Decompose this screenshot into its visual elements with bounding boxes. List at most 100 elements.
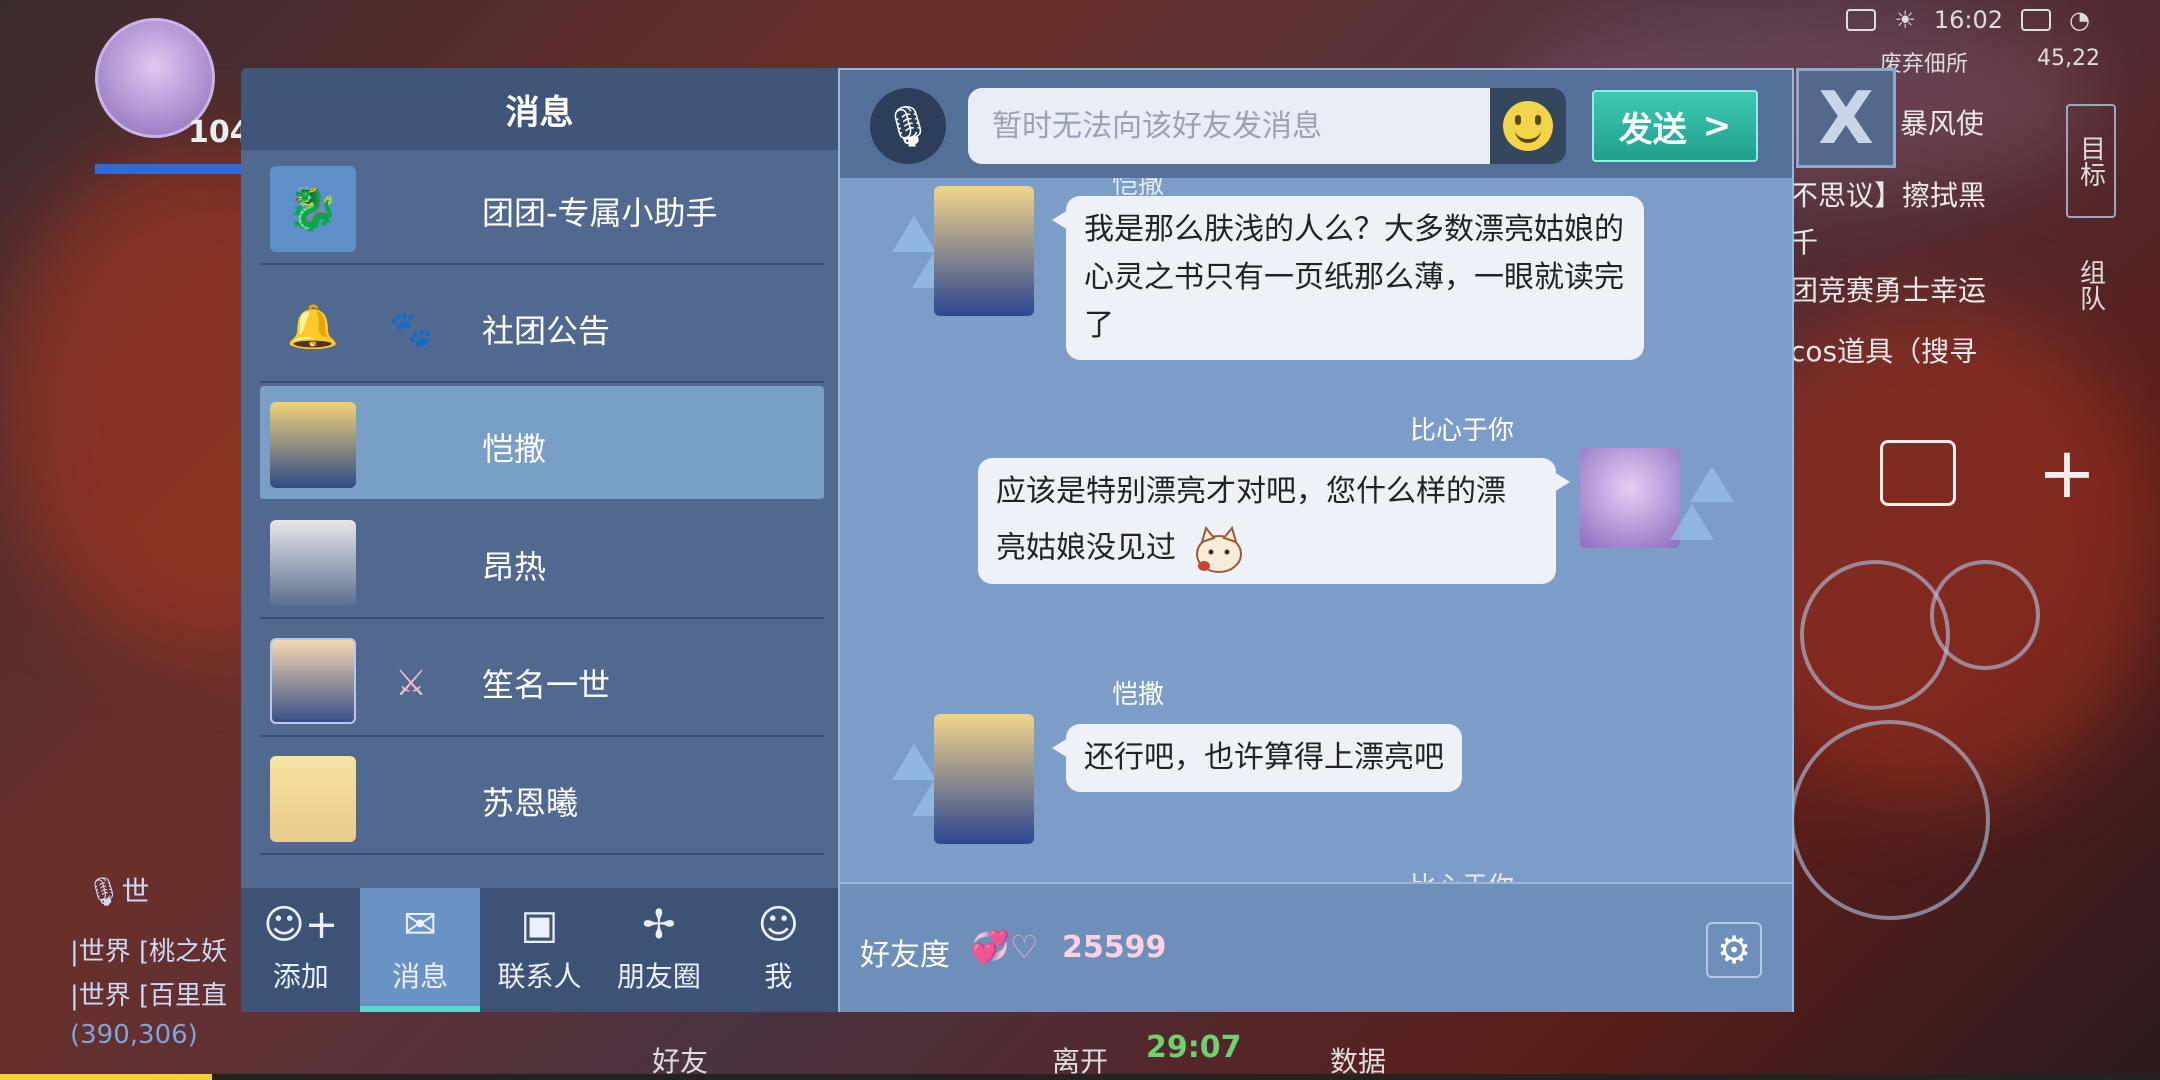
- quest-line: 团竞赛勇士幸运: [1790, 273, 1987, 307]
- chevron-right-icon: >: [1702, 106, 1732, 146]
- add-friend-icon: ☺+: [263, 902, 339, 948]
- contact-name: 社团公告: [482, 312, 611, 350]
- close-button[interactable]: X: [1796, 68, 1896, 168]
- mic-small-icon: 🎙: [86, 875, 122, 908]
- chat-avatar[interactable]: [892, 186, 1034, 318]
- tab-moments[interactable]: ✢ 朋友圈: [599, 888, 718, 1012]
- emoji-button[interactable]: [1490, 88, 1566, 164]
- decor-triangle: [1690, 466, 1734, 502]
- contact-name: 团团-专属小助手: [482, 194, 718, 232]
- tab-label: 朋友圈: [616, 960, 701, 993]
- exp-progress-bar: [0, 1074, 2160, 1080]
- pinwheel-icon: ✢: [642, 902, 676, 948]
- face-icon: ☺: [757, 902, 800, 948]
- contact-level: 106: [332, 722, 356, 724]
- contact-name: 昂热: [482, 548, 547, 586]
- world-chat-line: |世界 [百里直: [70, 981, 228, 1011]
- message-bubble: 我是那么肤浅的人么？大多数漂亮姑娘的心灵之书只有一页纸那么薄，一眼就读完了: [1052, 196, 1644, 360]
- decor-triangle: [1670, 504, 1714, 540]
- girl-icon: 106: [270, 638, 356, 724]
- tab-me[interactable]: ☺ 我: [719, 888, 838, 1012]
- paw-icon: 🐾: [388, 309, 434, 350]
- mail-icon: ✉: [403, 902, 437, 948]
- decor-triangle: [892, 744, 936, 780]
- brightness-icon: ☀: [1894, 6, 1916, 34]
- world-channel-label[interactable]: 🎙世: [86, 870, 150, 910]
- device-status-bar: ☀ 16:02 ◔: [1846, 6, 2090, 34]
- chat-avatar[interactable]: [892, 714, 1034, 846]
- smiley-icon: [1503, 101, 1553, 151]
- message-input[interactable]: [968, 88, 1490, 164]
- panel-title: 消息: [241, 68, 838, 150]
- contact-item[interactable]: 苏恩曦: [260, 740, 824, 855]
- conversation-panel: 消息 🐉 团团-专属小助手 🔔 🐾 社团公告 恺撒 昂热 ⚔ 笙名一世 苏恩曦 …: [241, 68, 838, 1012]
- attack-button[interactable]: [1790, 720, 1990, 920]
- sender-name: 恺撒: [1112, 680, 1165, 710]
- purple-hair-girl-icon: [1580, 448, 1680, 548]
- message-bubble: 应该是特别漂亮才对吧，您什么样的漂 亮姑娘没见过: [978, 458, 1570, 584]
- decor-triangle: [892, 216, 936, 252]
- compose-bar: 🎙 发送 >: [840, 70, 1792, 178]
- wifi-icon: ◔: [2069, 6, 2090, 34]
- contact-name: 苏恩曦: [482, 784, 579, 822]
- tab-add[interactable]: ☺+ 添加: [241, 888, 360, 1012]
- tab-label: 联系人: [497, 960, 582, 993]
- message-line: 应该是特别漂亮才对吧，您什么样的漂: [996, 474, 1506, 509]
- quest-line: 千: [1790, 226, 1819, 260]
- match-timer: 29:07: [1146, 1030, 1242, 1065]
- contact-item[interactable]: 昂热: [260, 504, 824, 619]
- tab-contacts[interactable]: ▣ 联系人: [480, 888, 599, 1012]
- world-chat-preview[interactable]: |世界 [桃之妖 |世界 [百里直: [70, 930, 227, 1018]
- hearts-icon: 💞♡: [970, 928, 1039, 966]
- message-bubble: 还行吧，也许算得上漂亮吧: [1052, 724, 1462, 792]
- cat-sticker-icon: [1192, 524, 1246, 574]
- bottom-tabbar: ☺+ 添加 ✉ 消息 ▣ 联系人 ✢ 朋友圈 ☺ 我: [241, 888, 838, 1012]
- chat-avatar-self[interactable]: [1580, 448, 1750, 580]
- exp-progress-fill: [0, 1074, 212, 1080]
- tab-messages[interactable]: ✉ 消息: [360, 888, 481, 1012]
- sender-name: 比心于你: [1410, 416, 1515, 446]
- contact-item[interactable]: 🐉 团团-专属小助手: [260, 150, 824, 265]
- blonde-man-icon: [934, 714, 1034, 844]
- chat-history[interactable]: 恺撒 我是那么肤浅的人么？大多数漂亮姑娘的心灵之书只有一页纸那么薄，一眼就读完了…: [840, 178, 1792, 882]
- contact-name: 恺撒: [482, 430, 547, 468]
- bag-icon[interactable]: [1880, 440, 1956, 506]
- quest-line: 不思议】擦拭黑: [1790, 178, 1987, 212]
- contact-list: 🐉 团团-专属小助手 🔔 🐾 社团公告 恺撒 昂热 10: [241, 150, 838, 956]
- friendship-footer: 好友度 💞♡ 25599 ⚙: [840, 882, 1792, 1012]
- map-coordinates: 45,22: [2037, 46, 2100, 71]
- crossed-swords-icon: ⚔: [394, 662, 428, 704]
- contact-card-icon: ▣: [520, 902, 559, 948]
- quest-line: cos道具（搜寻: [1790, 335, 1978, 369]
- message-dialog: 消息 🐉 团团-专属小助手 🔔 🐾 社团公告 恺撒 昂热 ⚔ 笙名一世 苏恩曦 …: [241, 68, 1896, 1012]
- battery-icon: [2021, 9, 2052, 31]
- target-tab[interactable]: 目标: [2066, 104, 2116, 218]
- refresh-icon[interactable]: [1930, 560, 2040, 670]
- old-man-icon: [270, 520, 356, 606]
- contact-item[interactable]: 🔔 🐾 社团公告: [260, 268, 824, 383]
- friendship-label: 好友度: [860, 938, 950, 973]
- message-line: 亮姑娘没见过: [996, 524, 1538, 574]
- tab-label: 我: [764, 960, 793, 993]
- gear-icon[interactable]: ⚙: [1706, 922, 1762, 978]
- chat-panel: 🎙 发送 > 恺撒 我是那么肤浅的人么？大多数漂亮姑娘的心灵之书只有一页纸那么薄…: [838, 68, 1794, 1012]
- tab-label: 添加: [272, 960, 329, 993]
- player-exp-bar: [95, 164, 245, 174]
- world-chat-line: |世界 [桃之妖: [70, 937, 228, 967]
- plus-icon[interactable]: +: [2032, 438, 2102, 510]
- sender-name: 比心于你: [1410, 866, 1514, 882]
- blonde-girl-icon: [270, 756, 356, 842]
- contact-item-selected[interactable]: 恺撒: [260, 386, 824, 501]
- send-button[interactable]: 发送 >: [1592, 90, 1758, 162]
- player-coordinates: (390,306): [70, 1020, 198, 1050]
- dragon-icon: 🐉: [270, 166, 356, 252]
- contact-item[interactable]: 106 ⚔ 笙名一世: [260, 622, 824, 737]
- friendship-value: 25599: [1062, 930, 1167, 965]
- bell-icon: 🔔: [286, 302, 340, 351]
- microphone-icon[interactable]: 🎙: [870, 88, 946, 164]
- team-tab[interactable]: 组队: [2066, 240, 2116, 330]
- contact-name: 笙名一世: [482, 666, 611, 704]
- tab-label: 消息: [392, 960, 449, 993]
- skill-button[interactable]: [1800, 560, 1950, 710]
- clock-text: 16:02: [1933, 6, 2004, 34]
